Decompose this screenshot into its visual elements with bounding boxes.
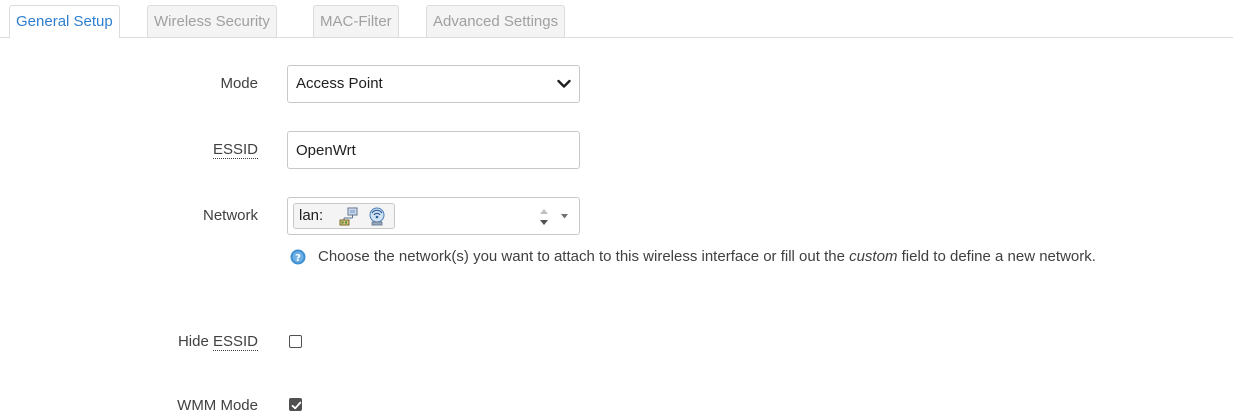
chevron-down-icon — [557, 79, 571, 88]
tab-wireless-security[interactable]: Wireless Security — [147, 5, 277, 37]
spin-arrows-icon[interactable] — [538, 205, 550, 229]
mode-select-value: Access Point — [296, 75, 383, 92]
tab-bar: General Setup Wireless Security MAC-Filt… — [0, 0, 1233, 38]
checkmark-icon — [291, 401, 302, 410]
mode-label: Mode — [220, 75, 258, 92]
svg-text:?: ? — [295, 253, 301, 264]
wireless-network-icon — [369, 207, 385, 226]
tab-general-setup[interactable]: General Setup — [9, 5, 120, 38]
help-text-custom: custom — [849, 248, 898, 265]
tab-divider — [0, 37, 1233, 38]
network-label: Network — [202, 207, 258, 224]
help-text: Choose the network(s) you want to attach… — [318, 248, 1096, 265]
network-chip-label: lan: — [299, 207, 324, 224]
network-help: ? Choose the network(s) you want to atta… — [290, 246, 1210, 268]
network-dropdown[interactable]: lan: — [287, 197, 580, 235]
tab-mac-filter[interactable]: MAC-Filter — [313, 5, 399, 37]
essid-input[interactable] — [287, 131, 580, 169]
caret-down-icon[interactable] — [561, 214, 568, 219]
network-chip-lan[interactable]: lan: — [293, 203, 395, 229]
hide-essid-label: Hide ESSID — [177, 333, 258, 351]
essid-label: ESSID — [212, 141, 258, 159]
wmm-mode-checkbox[interactable] — [289, 398, 302, 411]
help-icon: ? — [290, 249, 306, 265]
tab-advanced-settings[interactable]: Advanced Settings — [426, 5, 566, 37]
hide-essid-checkbox[interactable] — [289, 335, 302, 348]
network-switch-icon — [339, 207, 358, 226]
wmm-mode-label: WMM Mode — [177, 397, 258, 414]
mode-select[interactable]: Access Point — [287, 65, 580, 103]
